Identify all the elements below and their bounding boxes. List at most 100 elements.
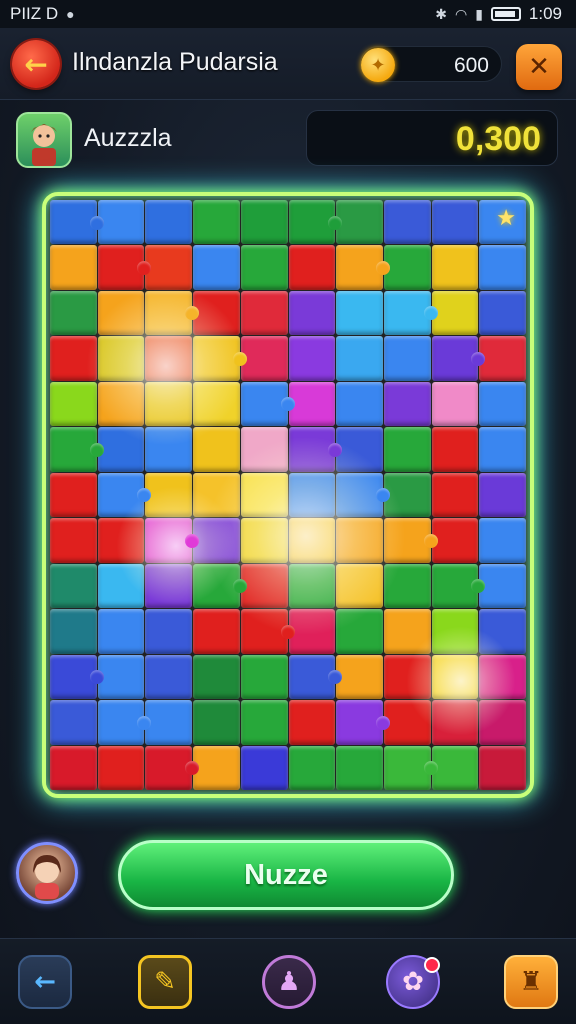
puzzle-piece[interactable] <box>383 381 431 427</box>
puzzle-piece[interactable] <box>336 745 383 790</box>
puzzle-piece[interactable] <box>145 381 193 427</box>
puzzle-piece[interactable] <box>431 609 479 654</box>
puzzle-piece[interactable] <box>193 245 240 290</box>
nav-profile-button[interactable]: ♟ <box>262 955 316 1009</box>
puzzle-piece[interactable] <box>240 518 288 563</box>
puzzle-piece[interactable] <box>383 472 431 518</box>
puzzle-piece[interactable] <box>50 381 97 427</box>
puzzle-piece[interactable] <box>50 609 97 654</box>
main-action-button[interactable]: Nuzze <box>118 840 454 910</box>
tools-button[interactable]: ✕ <box>516 44 562 90</box>
puzzle-piece[interactable] <box>193 472 240 518</box>
puzzle-piece[interactable] <box>145 472 193 518</box>
puzzle-piece[interactable] <box>193 745 240 790</box>
puzzle-piece[interactable] <box>50 563 97 609</box>
puzzle-piece[interactable] <box>50 518 97 563</box>
puzzle-piece[interactable] <box>479 245 526 290</box>
puzzle-piece[interactable] <box>431 654 479 700</box>
puzzle-piece[interactable] <box>336 609 383 654</box>
puzzle-piece[interactable] <box>288 245 336 290</box>
puzzle-piece[interactable] <box>288 745 336 790</box>
puzzle-piece[interactable] <box>50 700 97 745</box>
puzzle-piece[interactable] <box>479 381 526 427</box>
puzzle-piece[interactable] <box>288 563 336 609</box>
puzzle-grid[interactable] <box>50 200 526 790</box>
puzzle-piece[interactable] <box>383 654 431 700</box>
puzzle-piece[interactable] <box>479 427 526 472</box>
puzzle-piece[interactable] <box>479 336 526 381</box>
puzzle-piece[interactable] <box>97 745 145 790</box>
puzzle-piece[interactable] <box>97 563 145 609</box>
puzzle-piece[interactable] <box>383 245 431 290</box>
puzzle-piece[interactable] <box>193 700 240 745</box>
puzzle-piece[interactable] <box>288 472 336 518</box>
puzzle-piece[interactable] <box>383 200 431 245</box>
puzzle-piece[interactable] <box>193 290 240 336</box>
puzzle-piece[interactable] <box>145 336 193 381</box>
puzzle-piece[interactable] <box>383 427 431 472</box>
puzzle-piece[interactable] <box>336 472 390 518</box>
puzzle-piece[interactable] <box>336 336 383 381</box>
puzzle-piece[interactable] <box>145 200 193 245</box>
puzzle-piece[interactable] <box>240 745 288 790</box>
puzzle-piece[interactable] <box>479 654 526 700</box>
puzzle-piece[interactable] <box>336 381 383 427</box>
puzzle-piece[interactable] <box>145 609 193 654</box>
puzzle-piece[interactable] <box>240 245 288 290</box>
puzzle-piece[interactable] <box>97 336 145 381</box>
puzzle-piece[interactable] <box>383 336 431 381</box>
puzzle-piece[interactable] <box>193 200 240 245</box>
puzzle-piece[interactable] <box>97 700 152 745</box>
puzzle-piece[interactable] <box>193 518 240 563</box>
puzzle-piece[interactable] <box>145 700 193 745</box>
puzzle-piece[interactable] <box>383 518 438 563</box>
friend-avatar[interactable] <box>16 842 78 904</box>
puzzle-piece[interactable] <box>479 700 526 745</box>
puzzle-piece[interactable] <box>288 336 336 381</box>
puzzle-piece[interactable] <box>336 563 383 609</box>
puzzle-piece[interactable] <box>288 518 336 563</box>
puzzle-piece[interactable] <box>336 654 383 700</box>
puzzle-piece[interactable] <box>240 381 295 427</box>
puzzle-piece[interactable] <box>145 745 199 790</box>
puzzle-piece[interactable] <box>479 609 526 654</box>
puzzle-piece[interactable] <box>431 700 479 745</box>
puzzle-piece[interactable] <box>431 427 479 472</box>
back-button[interactable]: ← <box>12 40 60 88</box>
puzzle-piece[interactable] <box>288 654 342 700</box>
puzzle-piece[interactable] <box>240 290 288 336</box>
puzzle-piece[interactable] <box>240 472 288 518</box>
puzzle-piece[interactable] <box>240 700 288 745</box>
puzzle-piece[interactable] <box>97 381 145 427</box>
puzzle-piece[interactable] <box>193 609 240 654</box>
puzzle-piece[interactable] <box>240 563 288 609</box>
puzzle-piece[interactable] <box>431 290 479 336</box>
puzzle-piece[interactable] <box>431 472 479 518</box>
nav-back-button[interactable]: ← <box>18 955 72 1009</box>
puzzle-piece[interactable] <box>240 200 288 245</box>
puzzle-piece[interactable] <box>383 609 431 654</box>
puzzle-piece[interactable] <box>145 654 193 700</box>
nav-games-button[interactable]: ♜ <box>504 955 558 1009</box>
puzzle-piece[interactable] <box>50 745 97 790</box>
puzzle-piece[interactable] <box>383 290 438 336</box>
puzzle-piece[interactable] <box>50 200 104 245</box>
puzzle-piece[interactable] <box>431 200 479 245</box>
puzzle-piece[interactable] <box>479 472 526 518</box>
puzzle-piece[interactable] <box>479 518 526 563</box>
puzzle-piece[interactable] <box>50 245 97 290</box>
puzzle-piece[interactable] <box>240 336 288 381</box>
puzzle-piece[interactable] <box>145 290 199 336</box>
puzzle-piece[interactable] <box>50 290 97 336</box>
puzzle-piece[interactable] <box>97 654 145 700</box>
puzzle-piece[interactable] <box>288 290 336 336</box>
puzzle-piece[interactable] <box>145 427 193 472</box>
puzzle-piece[interactable] <box>479 563 526 609</box>
puzzle-piece[interactable] <box>479 290 526 336</box>
puzzle-piece[interactable] <box>431 336 485 381</box>
puzzle-piece[interactable] <box>336 245 390 290</box>
puzzle-piece[interactable] <box>288 427 342 472</box>
player-avatar[interactable] <box>16 112 72 168</box>
puzzle-piece[interactable] <box>193 336 247 381</box>
puzzle-piece[interactable] <box>97 518 145 563</box>
